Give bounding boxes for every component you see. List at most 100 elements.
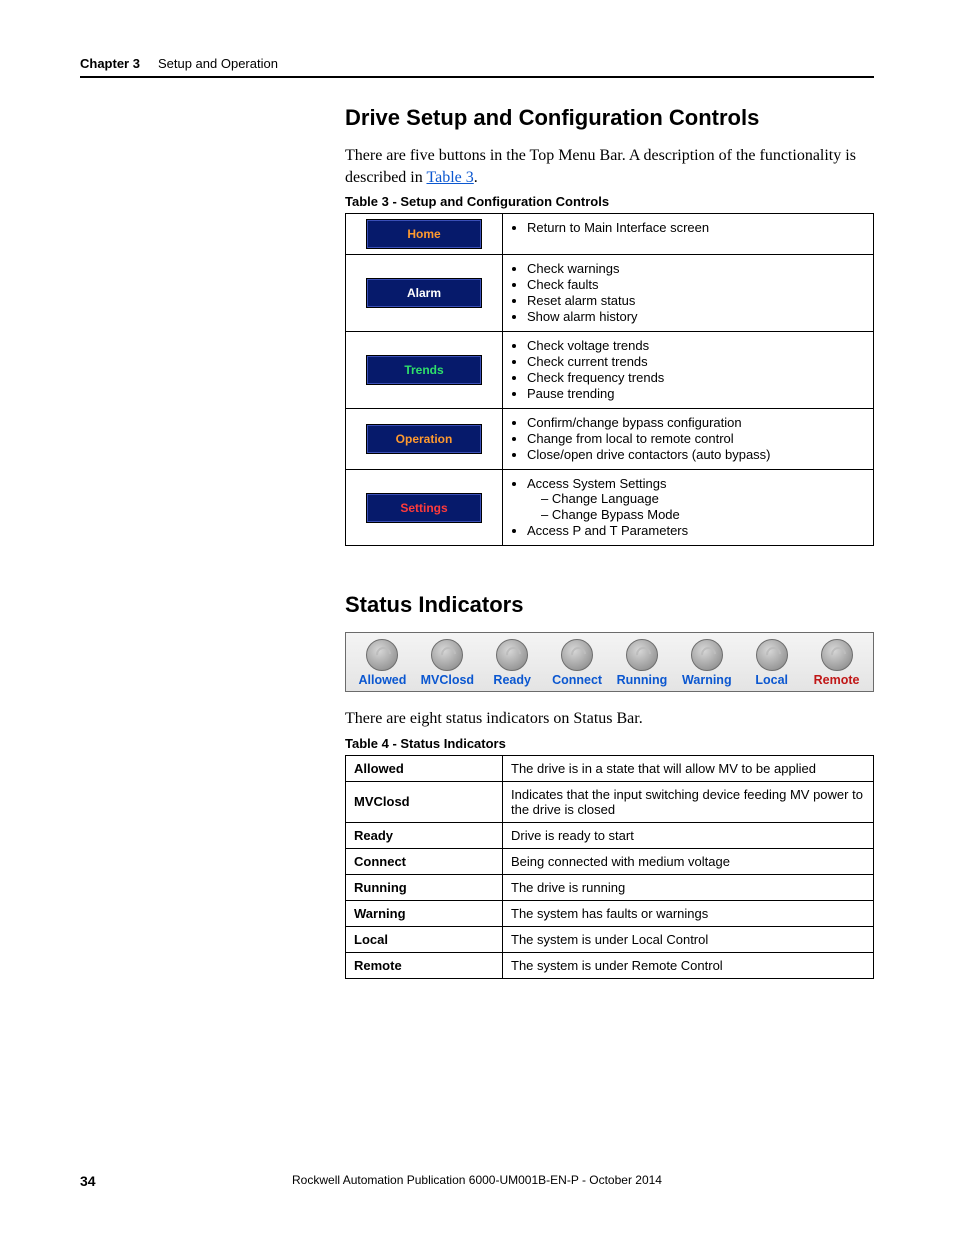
list-item: Check warnings (527, 261, 865, 276)
table3-link[interactable]: Table 3 (426, 169, 473, 186)
table-row: MVClosdIndicates that the input switchin… (346, 781, 874, 822)
indicator-name: Connect (346, 848, 503, 874)
indicator-name: MVClosd (346, 781, 503, 822)
led-label: Warning (682, 673, 732, 687)
table-row: LocalThe system is under Local Control (346, 926, 874, 952)
intro-text-post: . (474, 169, 478, 186)
led-lamp-icon (756, 639, 788, 671)
indicator-desc: The drive is running (503, 874, 874, 900)
list-item: Check faults (527, 277, 865, 292)
description-cell: Return to Main Interface screen (503, 214, 874, 255)
section-heading-status: Status Indicators (345, 592, 874, 618)
list-item: Access P and T Parameters (527, 523, 865, 538)
table-row: Operation Confirm/change bypass configura… (346, 409, 874, 470)
intro-text: There are five buttons in the Top Menu B… (345, 147, 856, 186)
status-led-mvclosd: MVClosd (417, 639, 477, 687)
led-lamp-icon (431, 639, 463, 671)
indicator-name: Running (346, 874, 503, 900)
table-row: Alarm Check warningsCheck faultsReset ala… (346, 255, 874, 332)
led-lamp-icon (496, 639, 528, 671)
operation-button[interactable]: Operation (367, 425, 481, 453)
home-button[interactable]: Home (367, 220, 481, 248)
table-row: ConnectBeing connected with medium volta… (346, 848, 874, 874)
list-item: Check current trends (527, 354, 865, 369)
list-item: Pause trending (527, 386, 865, 401)
table-setup-controls: Home Return to Main Interface screen Alarm… (345, 213, 874, 546)
led-label: Connect (552, 673, 602, 687)
publication-id: Rockwell Automation Publication 6000-UM0… (80, 1173, 874, 1187)
table-status-indicators: AllowedThe drive is in a state that will… (345, 755, 874, 979)
button-cell: Settings (346, 470, 503, 546)
button-cell: Operation (346, 409, 503, 470)
led-lamp-icon (561, 639, 593, 671)
settings-button[interactable]: Settings (367, 494, 481, 522)
led-label: Local (755, 673, 788, 687)
feature-list: Return to Main Interface screen (511, 220, 865, 235)
page-number: 34 (80, 1173, 96, 1189)
list-item: Change Language (541, 491, 865, 506)
indicator-name: Warning (346, 900, 503, 926)
trends-button[interactable]: Trends (367, 356, 481, 384)
led-lamp-icon (366, 639, 398, 671)
status-led-connect: Connect (547, 639, 607, 687)
status-led-local: Local (742, 639, 802, 687)
table-row: WarningThe system has faults or warnings (346, 900, 874, 926)
led-label: Remote (814, 673, 860, 687)
led-lamp-icon (821, 639, 853, 671)
indicator-desc: Being connected with medium voltage (503, 848, 874, 874)
description-cell: Check voltage trendsCheck current trends… (503, 332, 874, 409)
status-led-ready: Ready (482, 639, 542, 687)
status-led-remote: Remote (807, 639, 867, 687)
led-label: Running (617, 673, 668, 687)
status-led-allowed: Allowed (352, 639, 412, 687)
led-label: Allowed (358, 673, 406, 687)
indicator-name: Remote (346, 952, 503, 978)
chapter-title: Setup and Operation (158, 56, 278, 71)
indicator-desc: The drive is in a state that will allow … (503, 755, 874, 781)
running-header: Chapter 3 Setup and Operation (80, 56, 874, 71)
table-row: Home Return to Main Interface screen (346, 214, 874, 255)
indicator-name: Allowed (346, 755, 503, 781)
indicator-desc: The system is under Remote Control (503, 952, 874, 978)
button-cell: Trends (346, 332, 503, 409)
list-item: Check voltage trends (527, 338, 865, 353)
feature-list: Check voltage trendsCheck current trends… (511, 338, 865, 401)
button-cell: Alarm (346, 255, 503, 332)
status-led-warning: Warning (677, 639, 737, 687)
indicator-name: Ready (346, 822, 503, 848)
table-row: Settings Access System SettingsChange Lan… (346, 470, 874, 546)
list-item: Close/open drive contactors (auto bypass… (527, 447, 865, 462)
led-label: Ready (493, 673, 531, 687)
indicator-desc: Indicates that the input switching devic… (503, 781, 874, 822)
table-row: AllowedThe drive is in a state that will… (346, 755, 874, 781)
led-lamp-icon (626, 639, 658, 671)
indicator-name: Local (346, 926, 503, 952)
indicator-desc: Drive is ready to start (503, 822, 874, 848)
page-content: Drive Setup and Configuration Controls T… (345, 105, 874, 979)
table-row: RemoteThe system is under Remote Control (346, 952, 874, 978)
sub-list: Change LanguageChange Bypass Mode (527, 491, 865, 522)
feature-list: Confirm/change bypass configurationChang… (511, 415, 865, 462)
led-label: MVClosd (421, 673, 474, 687)
indicator-desc: The system has faults or warnings (503, 900, 874, 926)
description-cell: Confirm/change bypass configurationChang… (503, 409, 874, 470)
list-item: Access System SettingsChange LanguageCha… (527, 476, 865, 522)
button-cell: Home (346, 214, 503, 255)
list-item: Change from local to remote control (527, 431, 865, 446)
table-row: RunningThe drive is running (346, 874, 874, 900)
led-lamp-icon (691, 639, 723, 671)
table-row: Trends Check voltage trendsCheck current … (346, 332, 874, 409)
section2-intro: There are eight status indicators on Sta… (345, 708, 874, 730)
chapter-label: Chapter 3 (80, 56, 140, 71)
list-item: Confirm/change bypass configuration (527, 415, 865, 430)
list-item: Check frequency trends (527, 370, 865, 385)
description-cell: Check warningsCheck faultsReset alarm st… (503, 255, 874, 332)
table3-caption: Table 3 - Setup and Configuration Contro… (345, 194, 874, 209)
list-item: Show alarm history (527, 309, 865, 324)
list-item: Reset alarm status (527, 293, 865, 308)
table-row: ReadyDrive is ready to start (346, 822, 874, 848)
header-rule (80, 76, 874, 78)
status-led-running: Running (612, 639, 672, 687)
feature-list: Access System SettingsChange LanguageCha… (511, 476, 865, 538)
alarm-button[interactable]: Alarm (367, 279, 481, 307)
